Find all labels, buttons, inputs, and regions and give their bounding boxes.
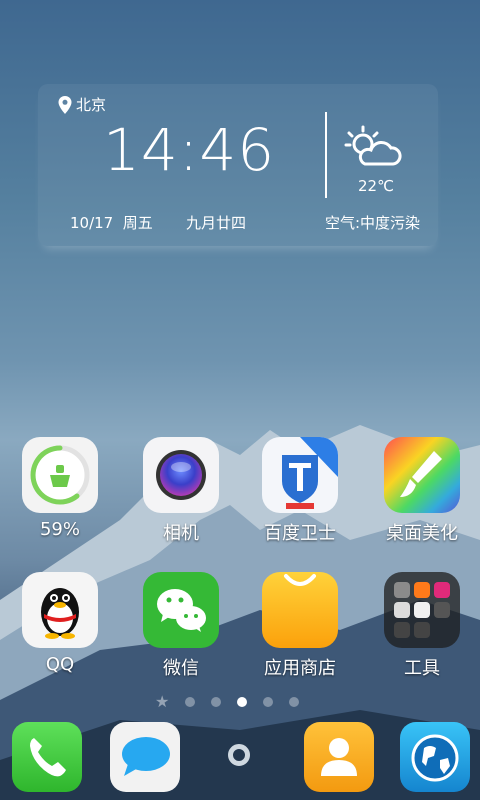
app-label: 应用商店 — [264, 658, 336, 679]
app-cleaner[interactable]: 59% — [0, 437, 120, 540]
app-label: 59% — [39, 519, 80, 540]
dock-messages[interactable] — [110, 722, 180, 792]
tools-folder-icon — [384, 572, 460, 648]
cleaner-icon — [22, 437, 98, 513]
app-camera[interactable]: 相机 — [121, 437, 241, 545]
camera-icon — [143, 437, 219, 513]
browser-globe-icon — [411, 734, 459, 782]
app-label: 桌面美化 — [386, 523, 458, 544]
home-circle-icon[interactable] — [228, 744, 250, 766]
app-store-icon — [262, 572, 338, 648]
theme-brush-icon — [384, 437, 460, 513]
widget-divider — [325, 112, 327, 198]
partly-cloudy-icon[interactable] — [341, 124, 403, 172]
weekday-value: 周五 — [122, 214, 153, 232]
messages-icon — [122, 737, 170, 776]
app-wechat[interactable]: 微信 — [121, 572, 241, 680]
baidu-guard-icon — [262, 437, 338, 513]
location-pin-icon — [58, 95, 72, 114]
contacts-icon — [321, 738, 357, 776]
dock-phone[interactable] — [12, 722, 82, 792]
page-dot[interactable] — [185, 697, 196, 707]
page-dot[interactable] — [211, 697, 222, 707]
app-label: 工具 — [404, 658, 440, 679]
app-label: QQ — [45, 654, 75, 675]
dock-contacts[interactable] — [304, 722, 374, 792]
clock-time[interactable]: 14:46 — [103, 116, 275, 184]
app-baidu-guard[interactable]: 百度卫士 — [240, 437, 360, 545]
page-dot-active[interactable] — [237, 697, 248, 707]
app-theme[interactable]: 桌面美化 — [362, 437, 480, 545]
temperature: 22℃ — [358, 177, 394, 195]
page-indicator[interactable]: ★ — [155, 692, 300, 711]
app-label: 相机 — [163, 523, 199, 544]
date-label: 10/17 周五 — [70, 212, 153, 233]
qq-penguin-icon — [22, 572, 98, 648]
lunar-date: 九月廿四 — [186, 214, 247, 232]
location-label: 北京 — [58, 94, 106, 115]
app-qq[interactable]: QQ — [0, 572, 120, 675]
page-dot[interactable] — [289, 697, 300, 707]
app-label: 微信 — [163, 658, 199, 679]
home-star-icon: ★ — [155, 692, 170, 711]
app-label: 百度卫士 — [264, 523, 336, 544]
app-tools-folder[interactable]: 工具 — [362, 572, 480, 680]
date-value: 10/17 — [70, 214, 114, 232]
page-dot[interactable] — [263, 697, 274, 707]
wechat-icon — [143, 572, 219, 648]
air-quality: 空气:中度污染 — [325, 214, 421, 232]
app-store[interactable]: 应用商店 — [240, 572, 360, 680]
dock-browser[interactable] — [400, 722, 470, 792]
phone-icon — [30, 738, 66, 777]
city-name: 北京 — [76, 96, 107, 114]
